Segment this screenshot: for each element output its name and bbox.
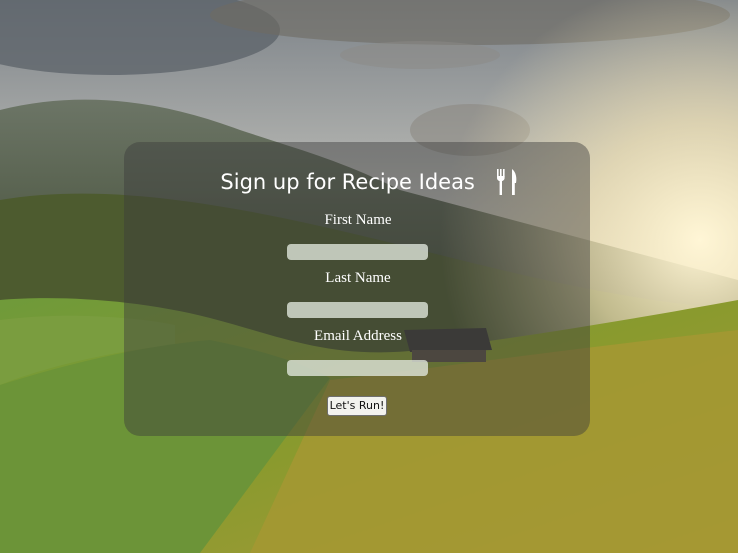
email-address-input[interactable] xyxy=(287,360,428,376)
form-title: Sign up for Recipe Ideas xyxy=(220,170,475,194)
first-name-input[interactable] xyxy=(287,244,428,260)
submit-button[interactable]: Let's Run! xyxy=(327,396,387,416)
email-address-label: Email Address xyxy=(314,328,402,344)
form-title-row: Sign up for Recipe Ideas xyxy=(0,166,738,197)
last-name-label: Last Name xyxy=(325,270,391,286)
first-name-label: First Name xyxy=(324,212,392,228)
utensils-icon xyxy=(496,169,516,195)
last-name-input[interactable] xyxy=(287,302,428,318)
